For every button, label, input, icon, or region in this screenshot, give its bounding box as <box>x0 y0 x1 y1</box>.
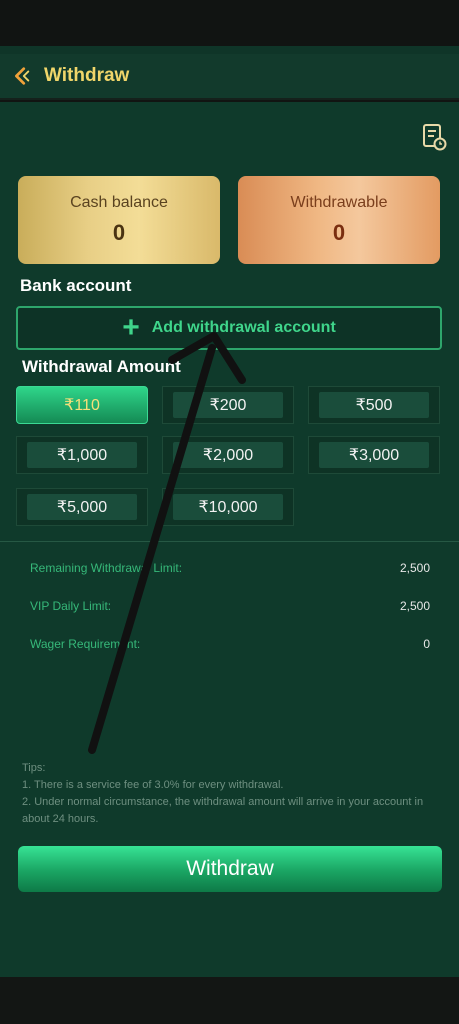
amount-option-2000[interactable]: ₹2,000 <box>162 436 294 474</box>
withdraw-history-icon[interactable] <box>420 122 448 152</box>
back-button[interactable] <box>0 53 42 99</box>
amount-option-label: ₹500 <box>319 392 429 418</box>
limit-value: 2,500 <box>399 561 430 575</box>
amount-option-5000[interactable]: ₹5,000 <box>16 488 148 526</box>
amount-option-label: ₹1,000 <box>27 442 137 468</box>
withdrawable-label: Withdrawable <box>290 194 388 211</box>
amount-option-10000[interactable]: ₹10,000 <box>162 488 294 526</box>
bank-account-title: Bank account <box>20 276 132 295</box>
amount-option-label: ₹5,000 <box>27 494 137 520</box>
cash-balance-value: 0 <box>112 220 126 245</box>
tips-heading: Tips: <box>22 762 46 774</box>
chevron-left-icon <box>15 67 30 85</box>
limit-value: 0 <box>423 637 430 651</box>
amount-option-3000[interactable]: ₹3,000 <box>308 436 440 474</box>
withdraw-button[interactable]: Withdraw <box>18 846 442 892</box>
amount-option-label: ₹10,000 <box>173 494 283 520</box>
plus-icon: + <box>122 311 140 344</box>
amount-option-200[interactable]: ₹200 <box>162 386 294 424</box>
system-nav-bar <box>0 977 459 1024</box>
amount-options: ₹110 ₹200 ₹500 ₹1,000 ₹2,000 ₹3,000 ₹5,0… <box>16 386 444 526</box>
wager-requirement-row: Wager Requirement: 0 <box>30 634 430 654</box>
cash-balance-label: Cash balance <box>70 194 168 211</box>
tips-section: Tips: 1. There is a service fee of 3.0% … <box>22 760 432 828</box>
amount-option-label: ₹200 <box>173 392 283 418</box>
limit-label: Wager Requirement: <box>30 637 141 651</box>
limit-label: VIP Daily Limit: <box>30 599 112 613</box>
withdrawable-value: 0 <box>332 220 346 245</box>
amount-option-label: ₹110 <box>64 397 100 414</box>
amount-option-110[interactable]: ₹110 <box>16 386 148 424</box>
tip-line: 2. Under normal circumstance, the withdr… <box>22 796 424 825</box>
amount-option-1000[interactable]: ₹1,000 <box>16 436 148 474</box>
add-account-label: Add withdrawal account <box>151 319 336 336</box>
withdraw-button-label: Withdraw <box>186 857 274 880</box>
vip-daily-limit-row: VIP Daily Limit: 2,500 <box>30 596 430 616</box>
amount-option-label: ₹2,000 <box>173 442 283 468</box>
remaining-limit-row: Remaining Withdrawal Limit: 2,500 <box>30 558 430 578</box>
amount-option-500[interactable]: ₹500 <box>308 386 440 424</box>
app-header: Withdraw <box>0 54 459 100</box>
divider <box>0 541 459 542</box>
withdrawal-amount-title: Withdrawal Amount <box>22 357 181 376</box>
amount-option-label: ₹3,000 <box>319 442 429 468</box>
add-withdrawal-account-button[interactable]: + Add withdrawal account <box>16 306 442 350</box>
limit-label: Remaining Withdrawal Limit: <box>30 561 183 575</box>
cash-balance-card: Cash balance 0 <box>18 176 220 264</box>
page-title: Withdraw <box>44 65 130 86</box>
tip-line: 1. There is a service fee of 3.0% for ev… <box>22 779 284 791</box>
withdrawable-card: Withdrawable 0 <box>238 176 440 264</box>
top-strip <box>0 46 459 54</box>
status-bar <box>0 0 459 46</box>
limit-value: 2,500 <box>399 599 430 613</box>
